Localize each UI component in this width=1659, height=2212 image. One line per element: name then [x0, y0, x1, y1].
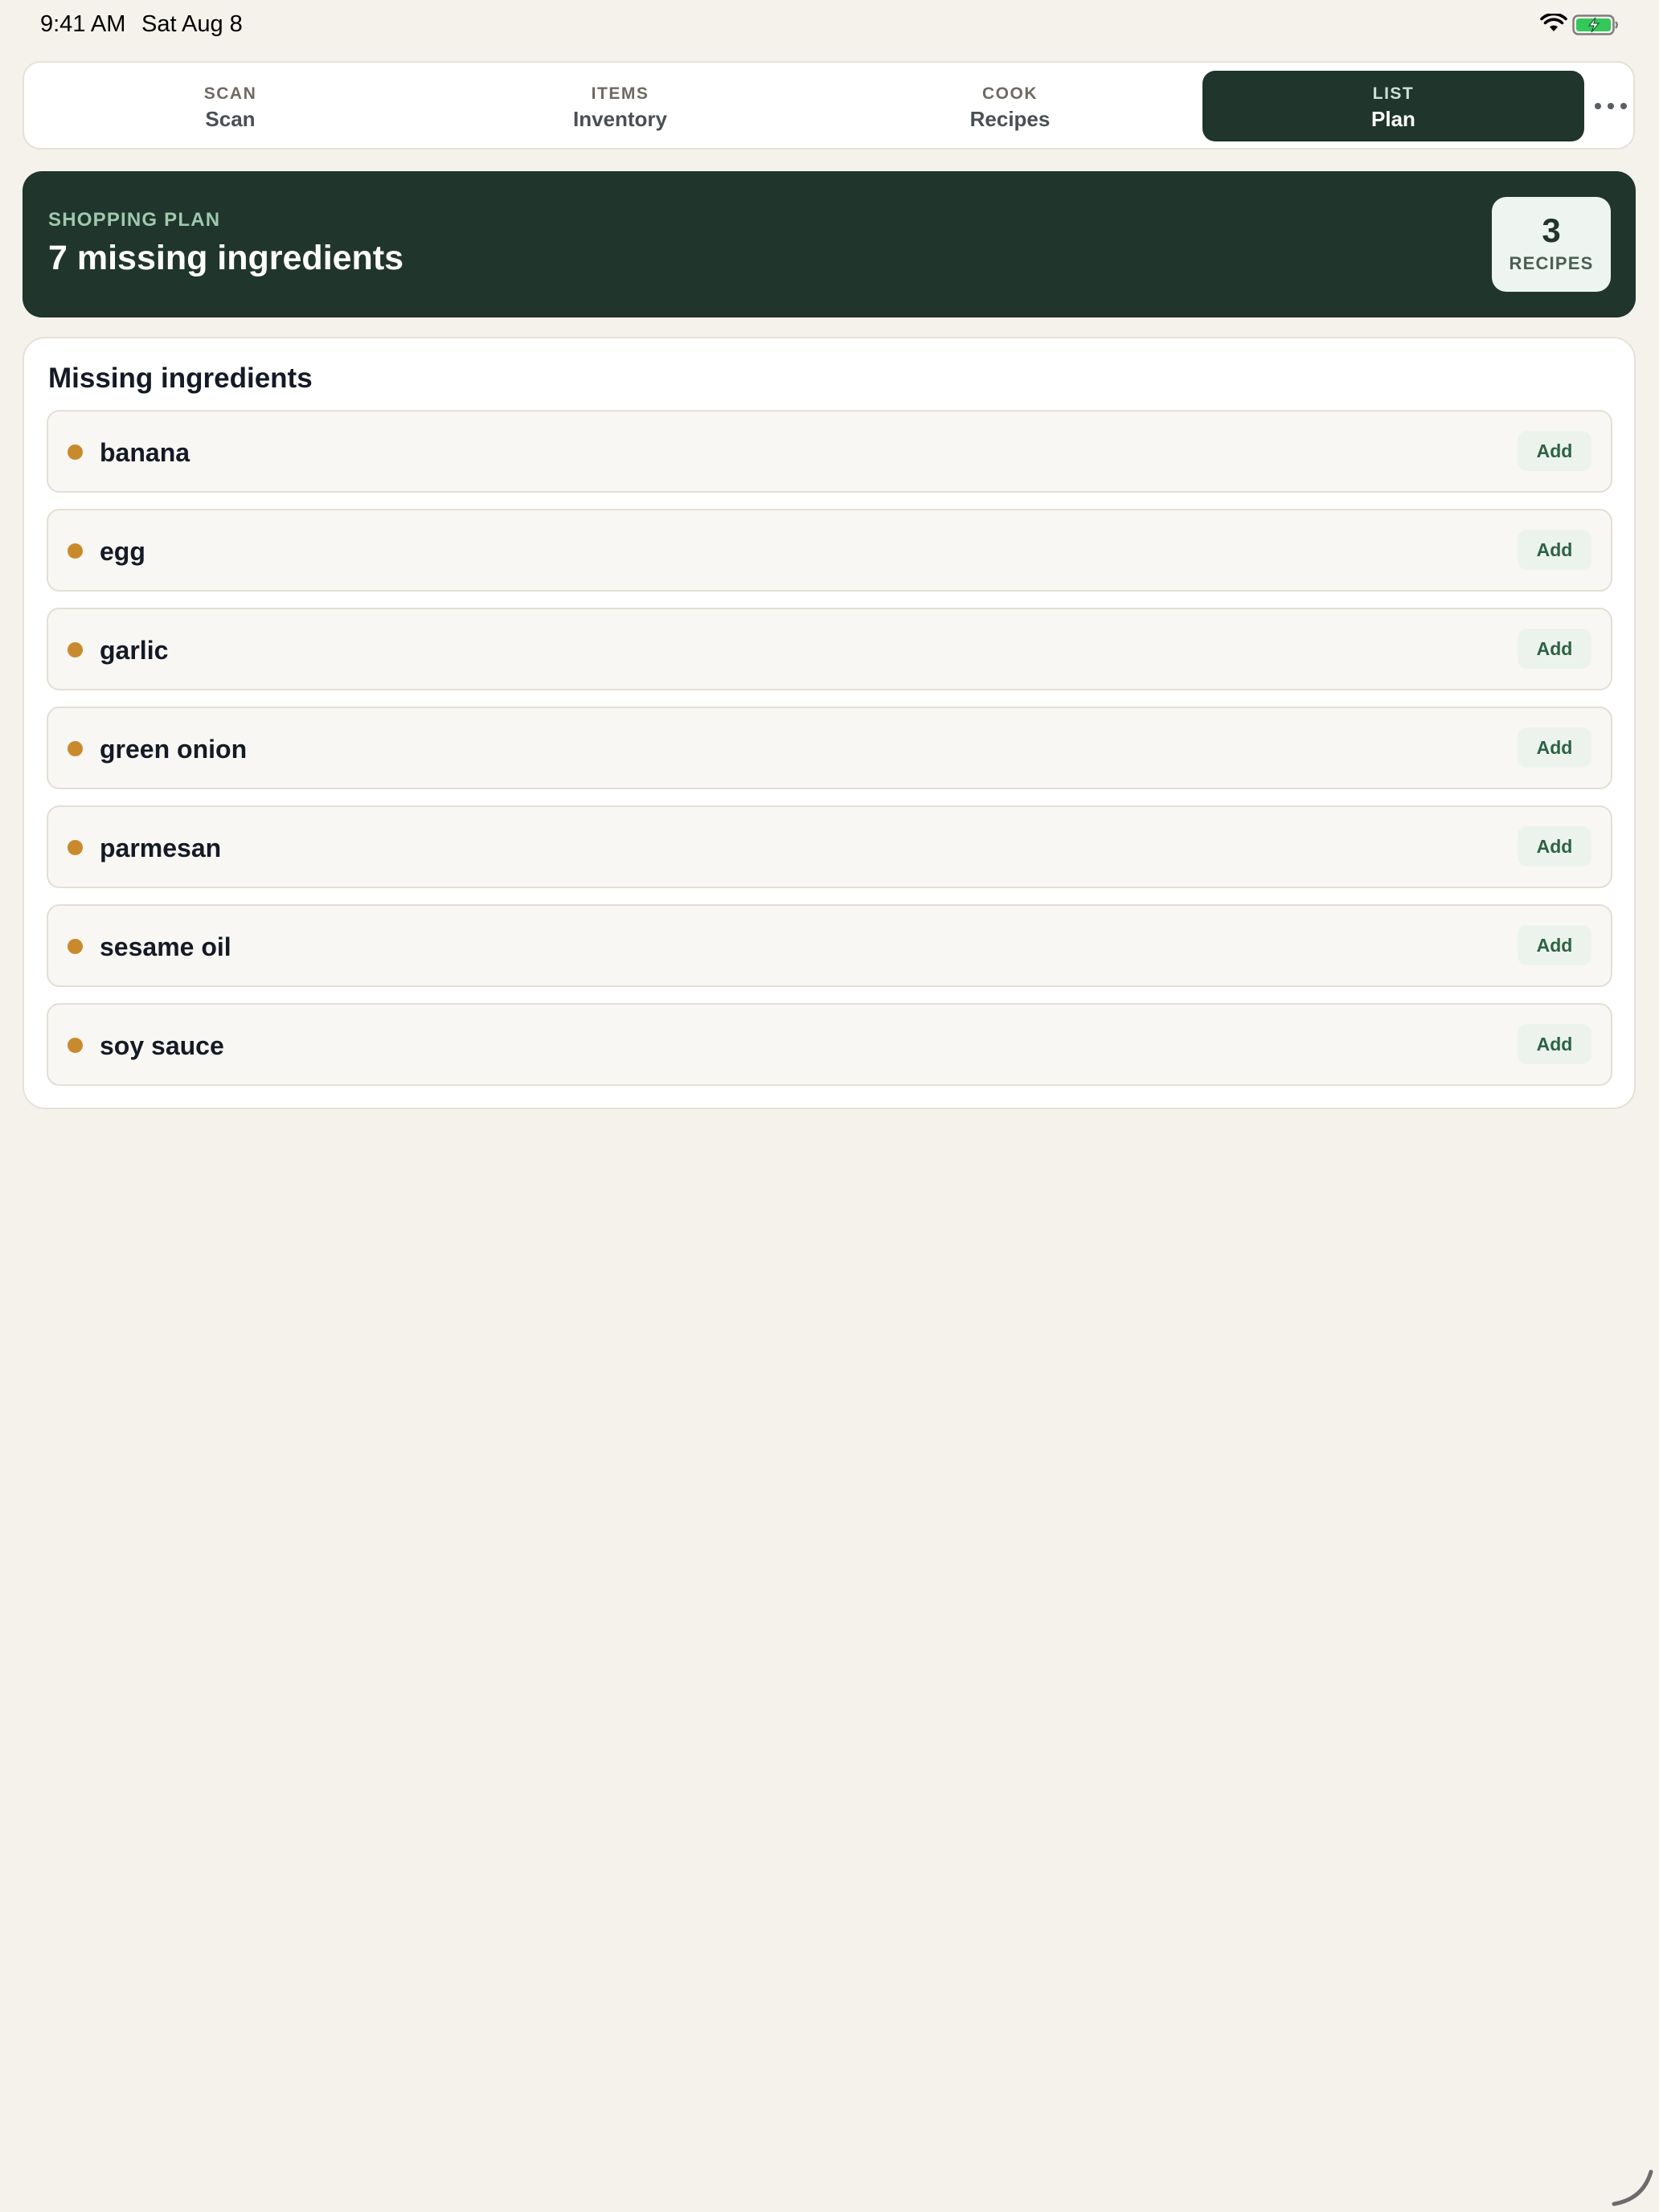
tab-recipes[interactable]: COOK Recipes — [819, 71, 1201, 141]
ingredient-name: green onion — [100, 735, 248, 764]
shopping-plan-kicker: SHOPPING PLAN — [48, 209, 221, 231]
add-button[interactable]: Add — [1518, 925, 1591, 965]
section-title: Missing ingredients — [48, 363, 313, 394]
add-button[interactable]: Add — [1518, 1024, 1591, 1064]
ingredient-row: garlic Add — [47, 608, 1612, 690]
status-dot — [68, 444, 83, 460]
ingredient-name: soy sauce — [100, 1031, 224, 1060]
ingredient-row: banana Add — [47, 410, 1612, 493]
tab-label: Recipes — [969, 107, 1051, 131]
more-options-button[interactable] — [1593, 90, 1628, 119]
ellipsis-icon — [1620, 103, 1627, 109]
ingredient-name: banana — [100, 438, 190, 467]
status-dot — [68, 939, 83, 954]
add-button[interactable]: Add — [1518, 826, 1591, 866]
ingredient-list: banana Add egg Add garlic Add green onio… — [47, 410, 1612, 1102]
ingredient-row: sesame oil Add — [47, 904, 1612, 987]
tab-kicker: SCAN — [203, 84, 257, 103]
recipes-count-badge: 3 RECIPES — [1492, 197, 1611, 292]
ingredient-row: parmesan Add — [47, 805, 1612, 888]
recipes-label: RECIPES — [1509, 253, 1594, 273]
recipes-count: 3 — [1542, 211, 1561, 249]
tab-kicker: ITEMS — [591, 84, 649, 103]
tab-inventory[interactable]: ITEMS Inventory — [429, 71, 811, 141]
ingredient-name: parmesan — [100, 834, 222, 862]
missing-count-title: 7 missing ingredients — [48, 239, 404, 277]
tab-bar: SCAN Scan ITEMS Inventory COOK Recipes L… — [23, 61, 1635, 150]
add-button[interactable]: Add — [1518, 629, 1591, 669]
ellipsis-icon — [1595, 103, 1601, 109]
ingredient-row: soy sauce Add — [47, 1003, 1612, 1086]
tab-kicker: LIST — [1372, 84, 1415, 103]
ingredient-name: sesame oil — [100, 932, 231, 961]
add-button[interactable]: Add — [1518, 727, 1591, 768]
ingredient-name: egg — [100, 537, 145, 566]
ingredient-row: green onion Add — [47, 707, 1612, 789]
missing-ingredients-panel: Missing ingredients banana Add egg Add g… — [23, 337, 1636, 1109]
status-date: Sat Aug 8 — [141, 11, 243, 37]
tab-kicker: COOK — [982, 84, 1038, 103]
add-button[interactable]: Add — [1518, 431, 1591, 471]
battery-icon — [1572, 14, 1618, 35]
wifi-icon — [1540, 14, 1567, 31]
status-bar: 9:41 AM Sat Aug 8 — [0, 0, 1659, 51]
tab-label: Inventory — [572, 107, 668, 131]
tab-plan[interactable]: LIST Plan — [1202, 71, 1584, 141]
status-dot — [68, 840, 83, 855]
shopping-plan-summary: SHOPPING PLAN 7 missing ingredients 3 RE… — [23, 171, 1636, 317]
add-button[interactable]: Add — [1518, 530, 1591, 570]
ingredient-name: garlic — [100, 636, 169, 665]
tab-scan[interactable]: SCAN Scan — [39, 71, 421, 141]
status-time: 9:41 AM — [40, 11, 126, 37]
status-dot — [68, 543, 83, 559]
status-dot — [68, 1038, 83, 1053]
ingredient-row: egg Add — [47, 509, 1612, 592]
ellipsis-icon — [1608, 103, 1614, 109]
tab-label: Plan — [1371, 107, 1415, 131]
tab-label: Scan — [205, 107, 256, 131]
corner-resize-icon[interactable] — [1611, 2162, 1656, 2207]
status-dot — [68, 642, 83, 657]
status-dot — [68, 741, 83, 756]
